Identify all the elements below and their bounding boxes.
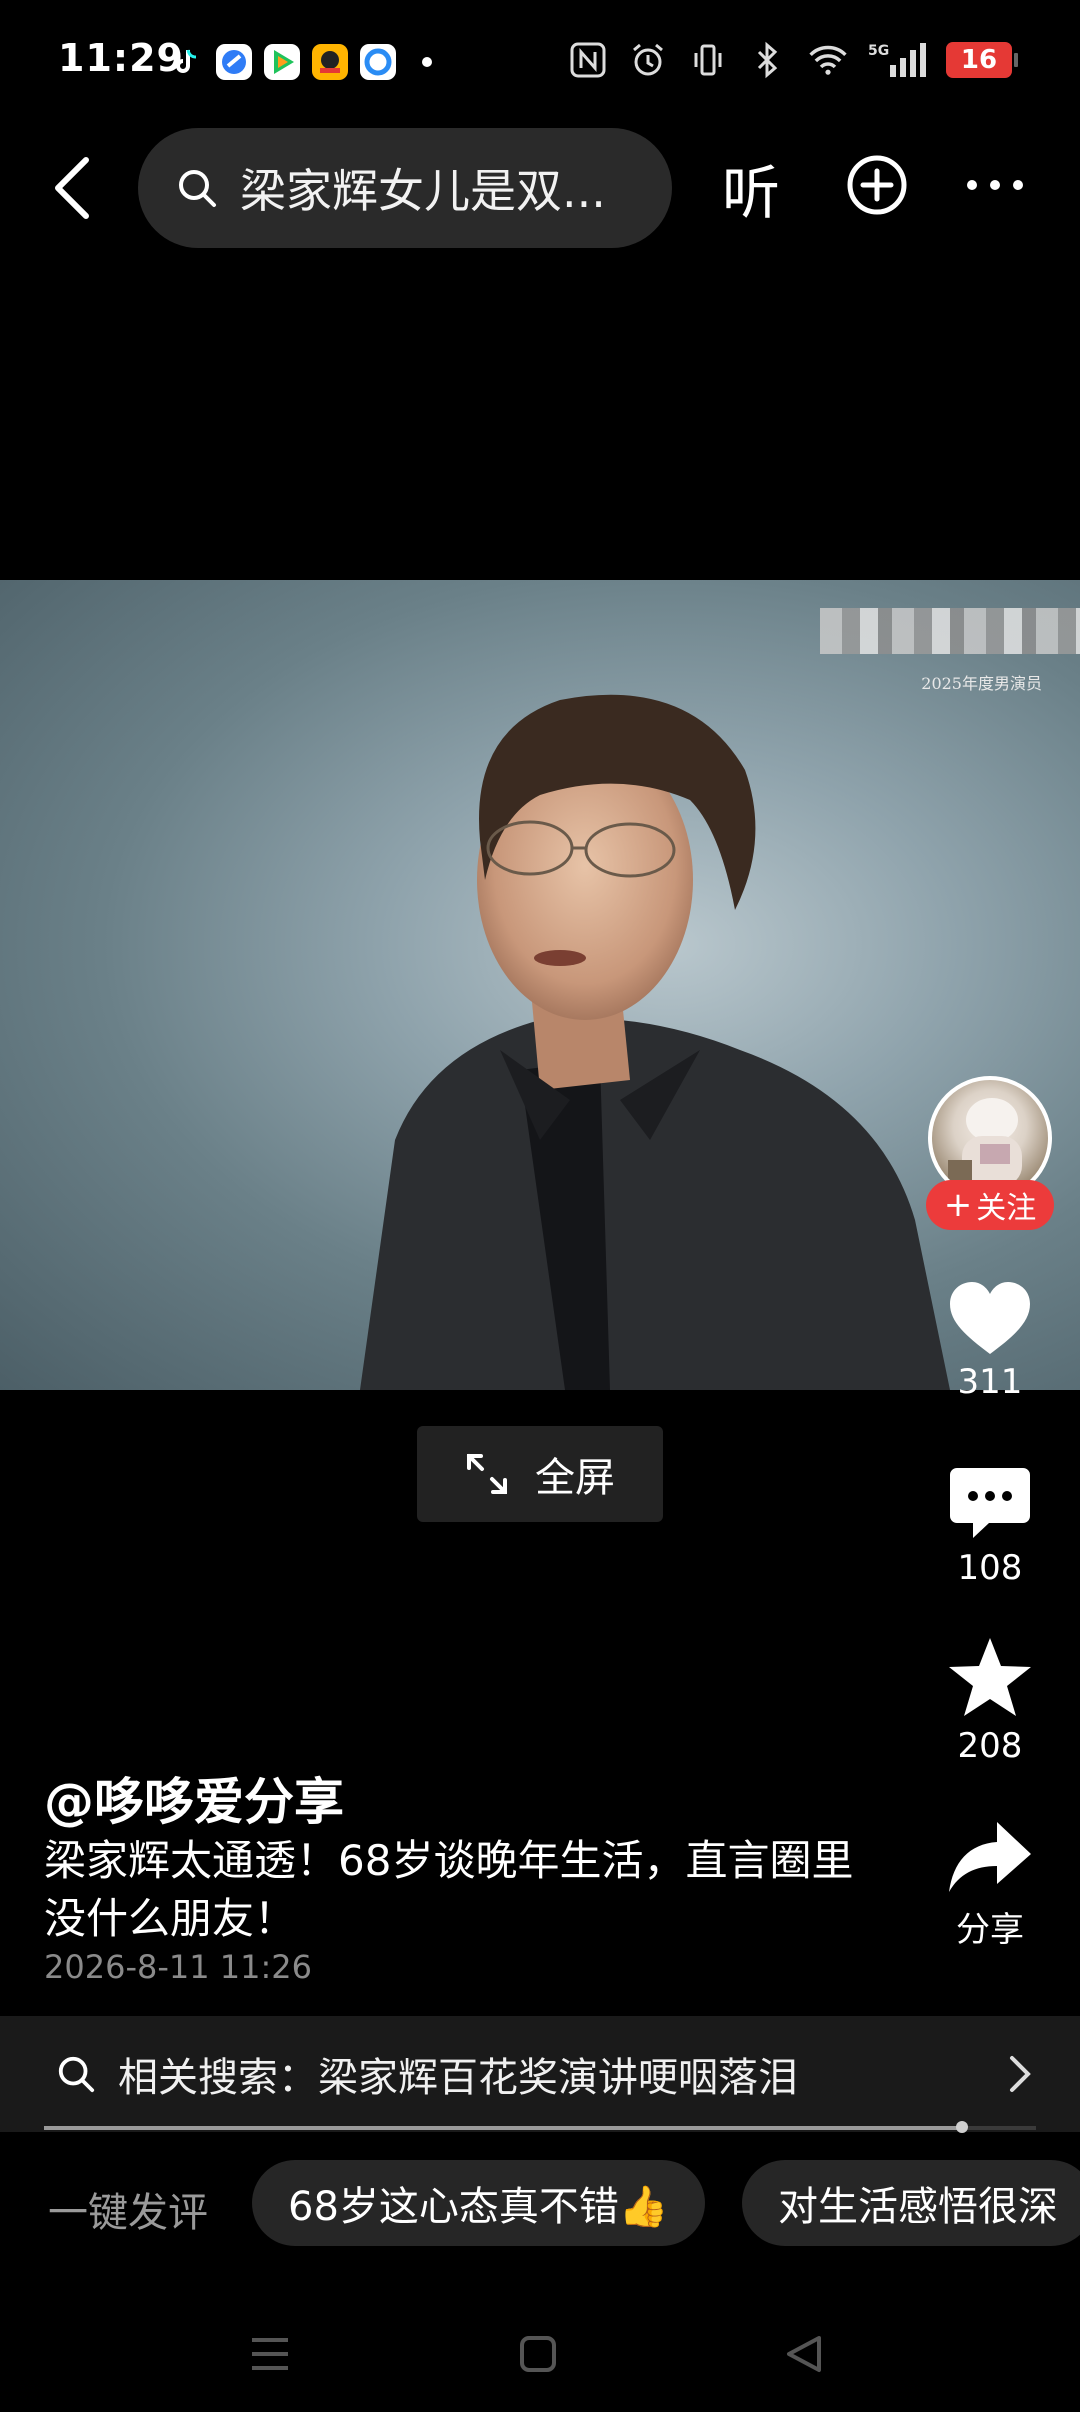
follow-button[interactable]: + 关注 [926, 1180, 1054, 1230]
tiktok-icon [168, 44, 204, 80]
like-count: 311 [957, 1362, 1023, 1402]
quick-comment-chip[interactable]: 对生活感悟很深 [742, 2160, 1080, 2246]
blurred-watermark [820, 608, 1080, 654]
5g-signal-icon: 5G [868, 40, 926, 80]
expand-icon [467, 1454, 507, 1494]
menu-lines-icon [252, 2338, 288, 2370]
avatar-image [948, 1098, 1022, 1186]
plus-circle-icon [847, 155, 907, 215]
share-arrow-icon [949, 1822, 1031, 1892]
more-notifications-dot [422, 57, 432, 67]
related-search-bar[interactable]: 相关搜索：梁家辉百花奖演讲哽咽落泪 [0, 2016, 1080, 2132]
wifi-icon [808, 40, 848, 80]
like-button[interactable]: 311 [932, 1280, 1048, 1402]
comment-button[interactable]: 108 [932, 1466, 1048, 1588]
add-button[interactable] [846, 154, 908, 216]
search-icon [179, 170, 216, 207]
related-search-text: 相关搜索：梁家辉百花奖演讲哽咽落泪 [118, 2055, 798, 2101]
svg-text:5G: 5G [868, 43, 889, 59]
status-bar: 11:29 5G 16 [0, 0, 1080, 120]
favorite-button[interactable]: 208 [932, 1636, 1048, 1766]
browser-icon [216, 44, 252, 80]
cloud-app-icon [360, 44, 396, 80]
system-nav-bar [0, 2300, 1080, 2412]
post-description: 梁家辉太通透！68岁谈晚年生活，直言圈里没什么朋友！ [44, 1836, 854, 1943]
search-query-text: 梁家辉女儿是双... [240, 164, 606, 218]
comment-icon [950, 1468, 1030, 1538]
more-dots-icon [967, 180, 1023, 190]
chevron-left-icon [55, 157, 89, 219]
alarm-icon [628, 40, 668, 80]
plus-icon: + [943, 1185, 973, 1225]
video-progress-fill [44, 2126, 962, 2130]
comment-count: 108 [957, 1548, 1023, 1588]
recent-apps-button[interactable] [240, 2324, 300, 2384]
star-icon [949, 1638, 1031, 1716]
video-progress-knob[interactable] [955, 2121, 968, 2133]
reader-app-icon [312, 44, 348, 80]
quick-comment-row: 一键发评 68岁这心态真不错👍 对生活感悟很深 [0, 2158, 1080, 2250]
bluetooth-icon [748, 40, 788, 80]
post-timestamp: 2026-8-11 11:26 [44, 1948, 312, 1986]
favorite-count: 208 [957, 1726, 1023, 1766]
fullscreen-button[interactable]: 全屏 [417, 1426, 663, 1522]
home-button[interactable] [508, 2324, 568, 2384]
video-app-icon [264, 44, 300, 80]
video-player[interactable]: 2025年度男演员 [0, 580, 1080, 1390]
square-home-icon [520, 2336, 556, 2372]
watermark-caption: 2025年度男演员 [921, 674, 1042, 693]
quick-comment-label: 一键发评 [48, 2190, 208, 2236]
author-name[interactable]: @哆哆爱分享 [44, 1762, 344, 1834]
share-button[interactable]: 分享 [932, 1820, 1048, 1951]
share-label: 分享 [956, 1910, 1024, 1950]
search-icon [58, 2056, 95, 2093]
fullscreen-label: 全屏 [535, 1455, 615, 1501]
chevron-right-icon [1010, 2056, 1031, 2092]
vibrate-icon [688, 40, 728, 80]
follow-label: 关注 [976, 1191, 1037, 1226]
more-options-button[interactable] [964, 170, 1026, 200]
status-app-icons [168, 44, 432, 80]
status-time: 11:29 [58, 36, 184, 80]
search-box[interactable]: 梁家辉女儿是双... [138, 128, 672, 248]
heart-icon [950, 1282, 1030, 1354]
quick-comment-chip[interactable]: 68岁这心态真不错👍 [252, 2160, 705, 2246]
system-back-button[interactable] [774, 2324, 834, 2384]
triangle-back-icon [787, 2336, 821, 2372]
listen-button[interactable]: 听 [722, 150, 780, 227]
battery-indicator: 16 [946, 42, 1018, 78]
video-frame-image [360, 694, 950, 1390]
back-button[interactable] [44, 150, 100, 226]
video-progress-bar[interactable] [44, 2121, 1036, 2133]
nfc-icon [568, 40, 608, 80]
status-system-icons: 5G 16 [568, 40, 1018, 80]
